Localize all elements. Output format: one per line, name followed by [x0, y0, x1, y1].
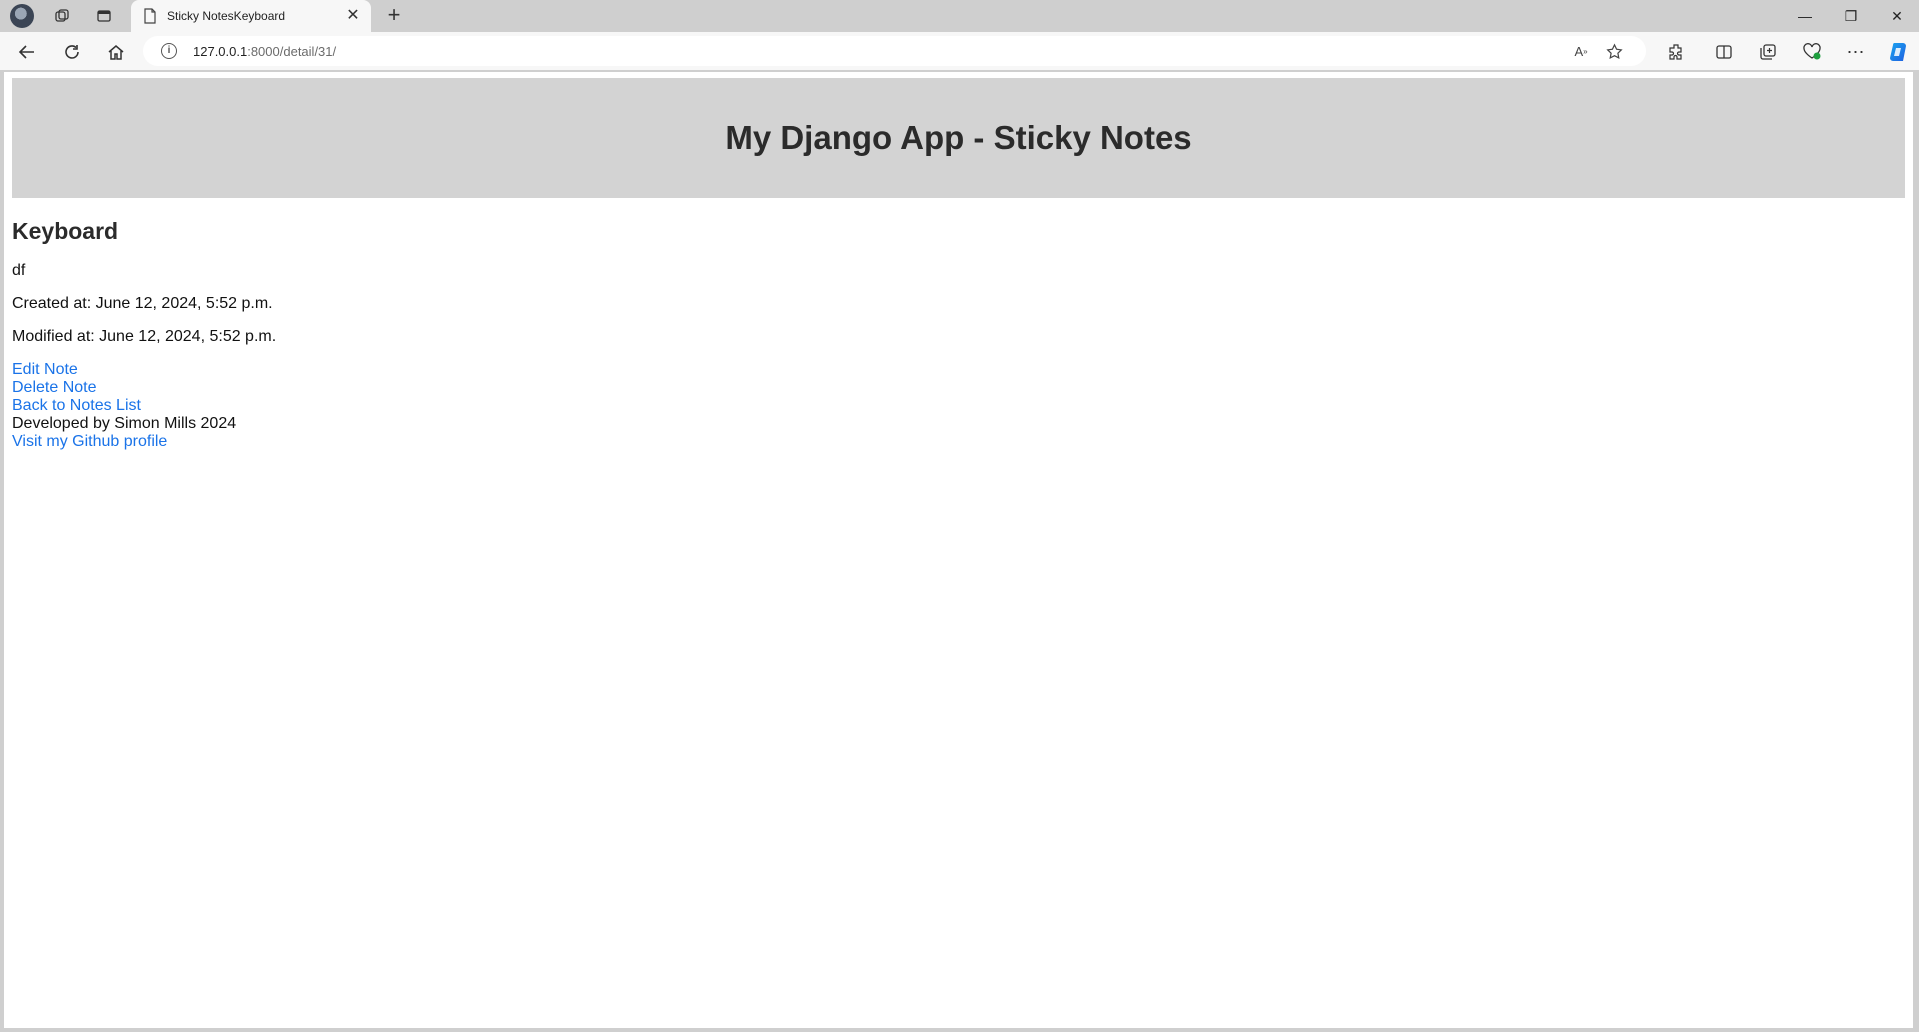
copilot-icon[interactable] [1885, 39, 1911, 65]
url-text[interactable]: 127.0.0.1:8000/detail/31/ [193, 44, 336, 59]
more-options-icon[interactable]: ⋯ [1843, 39, 1869, 65]
minimize-icon[interactable]: — [1785, 4, 1825, 28]
extensions-icon[interactable] [1663, 39, 1689, 65]
vertical-tabs-icon[interactable] [93, 5, 115, 27]
favorite-star-icon[interactable] [1603, 41, 1625, 61]
note-actions: Edit Note Delete Note Back to Notes List… [12, 361, 1905, 451]
workspaces-icon[interactable] [51, 5, 73, 27]
developer-credit: Developed by Simon Mills 2024 [12, 415, 237, 432]
address-bar[interactable]: i 127.0.0.1:8000/detail/31/ A» [143, 36, 1646, 66]
back-to-notes-link[interactable]: Back to Notes List [12, 397, 1905, 415]
page-title: My Django App - Sticky Notes [725, 119, 1192, 156]
note-content: df [12, 262, 26, 279]
browser-tab-bar: Sticky NotesKeyboard ✕ + — ❐ ✕ [0, 0, 1919, 32]
read-aloud-icon[interactable]: A» [1570, 41, 1592, 61]
refresh-icon[interactable] [59, 39, 85, 65]
home-icon[interactable] [103, 39, 129, 65]
active-tab[interactable]: Sticky NotesKeyboard ✕ [131, 0, 371, 32]
edit-note-link[interactable]: Edit Note [12, 361, 1905, 379]
page-icon [143, 8, 157, 24]
page-header: My Django App - Sticky Notes [12, 78, 1905, 198]
new-tab-icon[interactable]: + [382, 4, 406, 28]
note-detail: Keyboard df Created at: June 12, 2024, 5… [4, 218, 1913, 451]
browser-toolbar: i 127.0.0.1:8000/detail/31/ A» ⋯ [0, 32, 1919, 70]
github-profile-link[interactable]: Visit my Github profile [12, 433, 1905, 451]
created-timestamp: Created at: June 12, 2024, 5:52 p.m. [12, 295, 273, 312]
note-title: Keyboard [12, 218, 119, 244]
collections-icon[interactable] [1755, 39, 1781, 65]
window-close-icon[interactable]: ✕ [1877, 4, 1917, 28]
tab-title: Sticky NotesKeyboard [167, 9, 286, 23]
delete-note-link[interactable]: Delete Note [12, 379, 1905, 397]
page-viewport: My Django App - Sticky Notes Keyboard df… [4, 72, 1913, 1028]
split-screen-icon[interactable] [1711, 39, 1737, 65]
modified-timestamp: Modified at: June 12, 2024, 5:52 p.m. [12, 328, 277, 345]
site-info-icon[interactable]: i [161, 43, 177, 59]
profile-avatar-icon[interactable] [10, 4, 34, 28]
restore-icon[interactable]: ❐ [1831, 4, 1871, 28]
back-icon[interactable] [14, 39, 40, 65]
browser-essentials-icon[interactable] [1799, 39, 1825, 65]
close-tab-icon[interactable]: ✕ [343, 6, 363, 26]
